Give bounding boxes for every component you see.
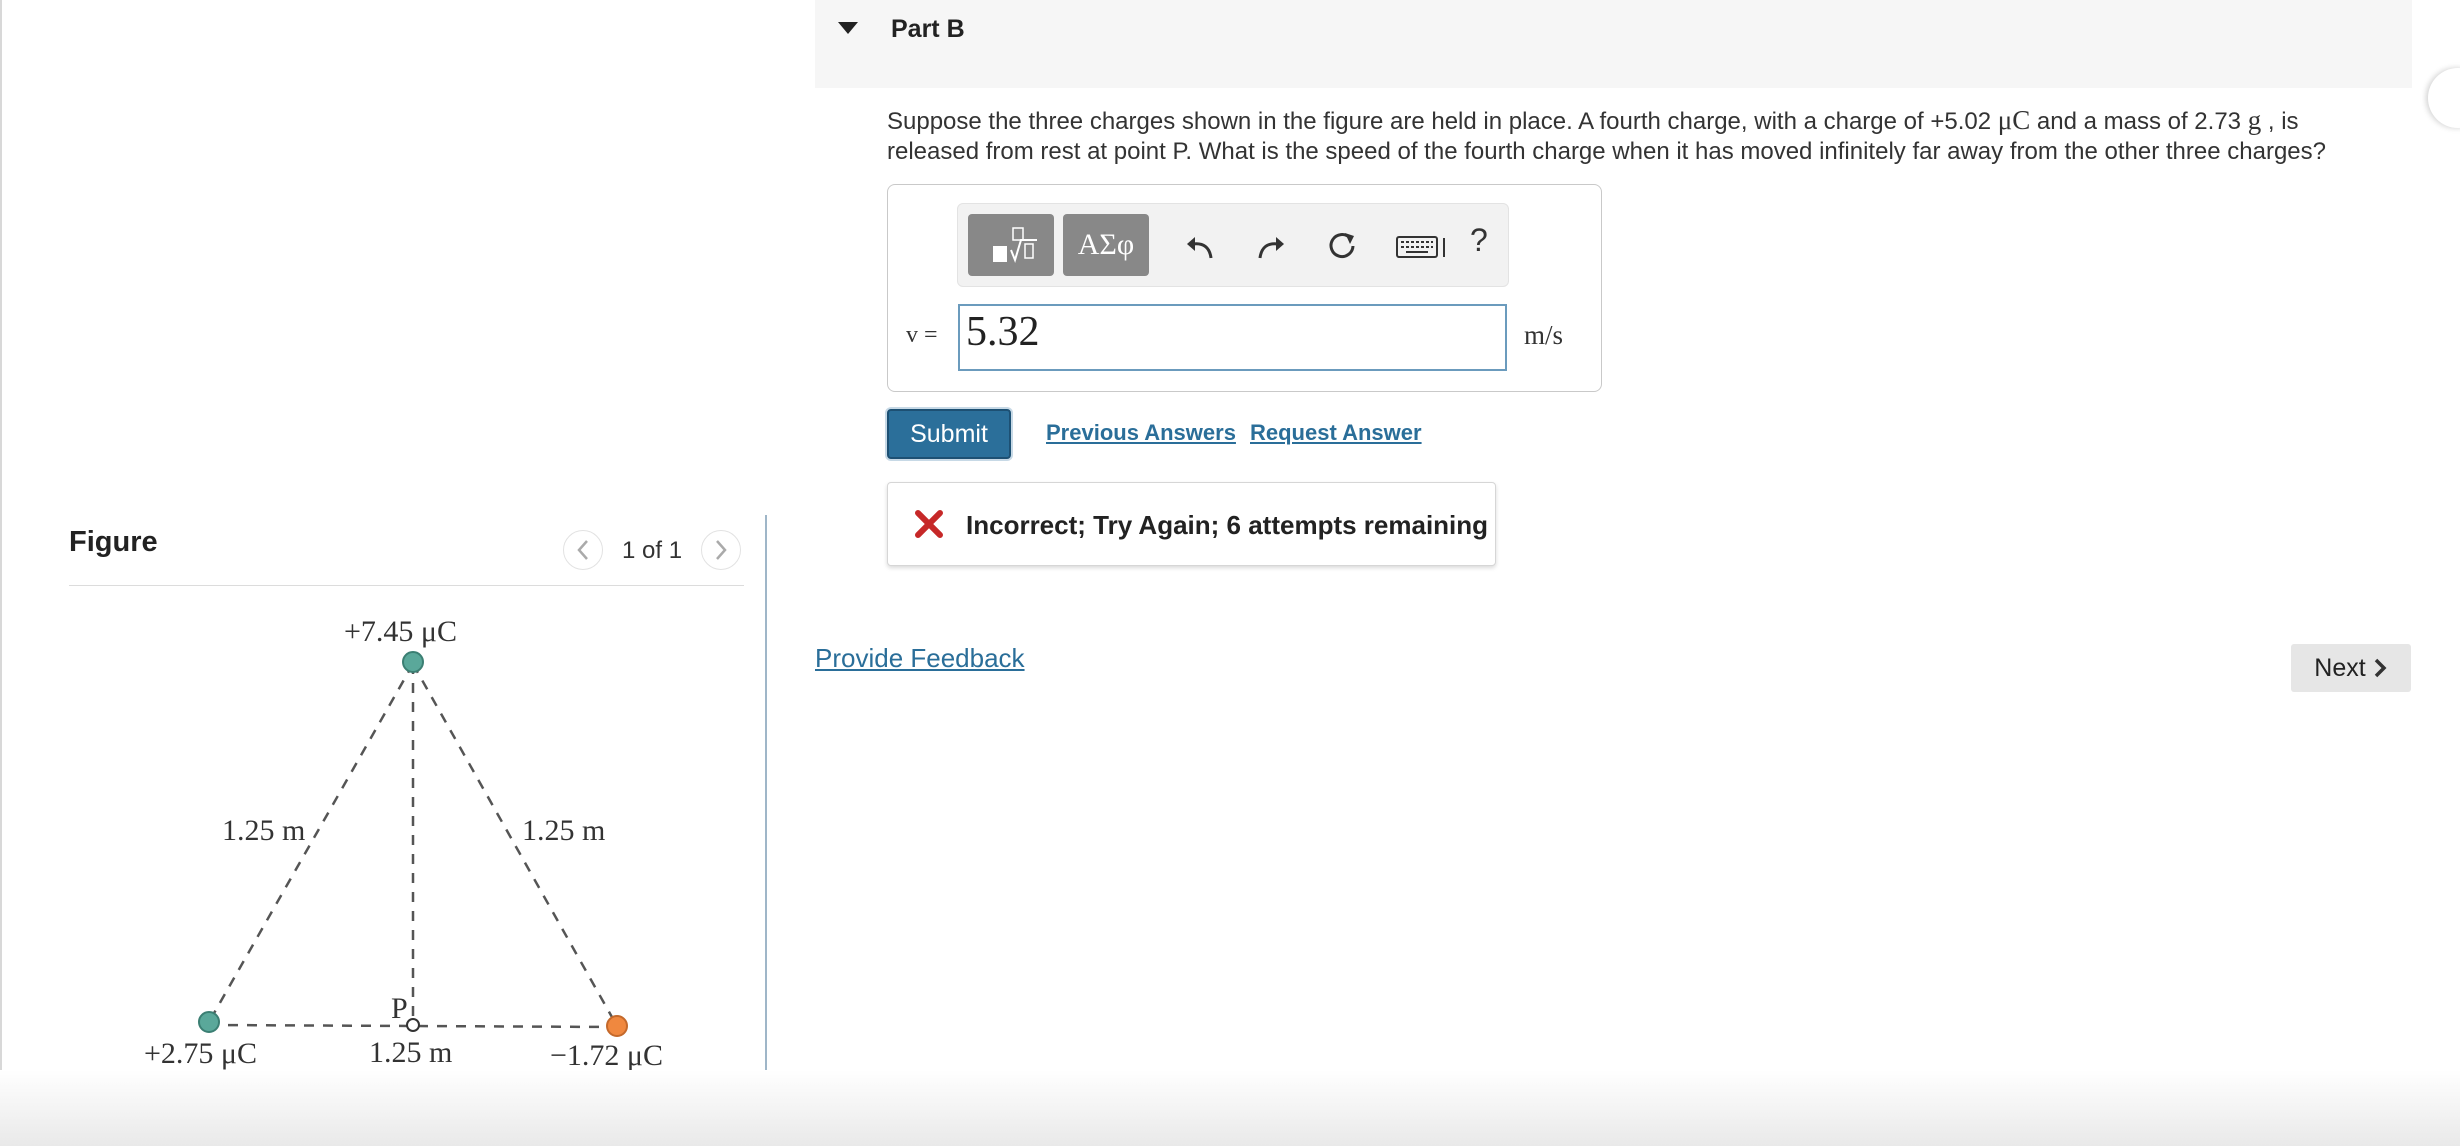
math-toolbar: ΑΣφ ? (957, 203, 1509, 287)
variable-label: v = (906, 322, 938, 348)
help-button[interactable]: ? (1470, 222, 1488, 259)
question-text: Suppose the three charges shown in the f… (887, 105, 2387, 167)
reset-icon (1329, 233, 1355, 259)
next-figure-button[interactable] (701, 530, 741, 570)
templates-icon (993, 227, 1037, 264)
x-mark-icon (915, 510, 943, 538)
submit-button[interactable]: Submit (887, 409, 1011, 459)
charge-diagram: +7.45 μC +2.75 μC −1.72 μC 1.25 m 1.25 m… (144, 615, 663, 1072)
provide-feedback-link[interactable]: Provide Feedback (815, 643, 1025, 674)
symbols-button[interactable]: ΑΣφ (1063, 214, 1149, 276)
previous-answers-link[interactable]: Previous Answers (1046, 420, 1236, 446)
top-charge-label: +7.45 μC (344, 615, 457, 648)
left-charge-dot (198, 1011, 220, 1033)
part-header[interactable]: Part B (815, 0, 2412, 88)
chevron-right-icon (2374, 658, 2387, 678)
right-side-length-label: 1.25 m (522, 814, 605, 847)
chevron-left-icon (577, 540, 588, 560)
caret-down-icon[interactable] (837, 20, 859, 36)
right-charge-dot (606, 1015, 628, 1037)
redo-icon (1258, 237, 1284, 259)
right-charge-label: −1.72 μC (550, 1039, 663, 1072)
reset-button[interactable] (1322, 226, 1362, 266)
top-charge-dot (402, 651, 424, 673)
keyboard-icon (1396, 236, 1445, 258)
undo-icon (1187, 237, 1213, 259)
next-label: Next (2314, 653, 2366, 682)
keyboard-button[interactable] (1393, 226, 1453, 266)
point-p-label: P (391, 992, 408, 1025)
previous-figure-button[interactable] (563, 530, 603, 570)
mass-unit: g (2247, 105, 2262, 135)
feedback-box: Incorrect; Try Again; 6 attempts remaini… (887, 482, 1496, 566)
request-answer-link[interactable]: Request Answer (1250, 420, 1422, 446)
templates-button[interactable] (968, 214, 1054, 276)
bottom-fade (0, 1070, 2460, 1146)
next-button[interactable]: Next (2291, 644, 2411, 692)
charge-unit: μC (1997, 105, 2031, 135)
figure-title: Figure (69, 526, 158, 558)
figure-pane: +7.45 μC +2.75 μC −1.72 μC 1.25 m 1.25 m… (0, 0, 766, 1146)
part-title: Part B (891, 15, 965, 43)
unit-label: m/s (1524, 320, 1564, 350)
question-text-part2: and a mass of 2.73 (2030, 108, 2248, 135)
figure-divider (69, 585, 744, 586)
point-p-marker (406, 1018, 420, 1032)
base-length-label: 1.25 m (369, 1036, 452, 1069)
figure-counter: 1 of 1 (622, 537, 683, 564)
undo-button[interactable] (1180, 226, 1220, 266)
question-text-part1: Suppose the three charges shown in the f… (887, 108, 1998, 135)
side-panel-tab[interactable] (2428, 68, 2460, 128)
left-charge-label: +2.75 μC (144, 1037, 257, 1070)
redo-button[interactable] (1251, 226, 1291, 266)
answer-input[interactable]: 5.32 (958, 304, 1507, 371)
feedback-message: Incorrect; Try Again; 6 attempts remaini… (966, 510, 1489, 540)
pane-divider[interactable] (765, 515, 767, 1115)
chevron-right-icon (716, 540, 727, 560)
left-side-length-label: 1.25 m (222, 814, 305, 847)
